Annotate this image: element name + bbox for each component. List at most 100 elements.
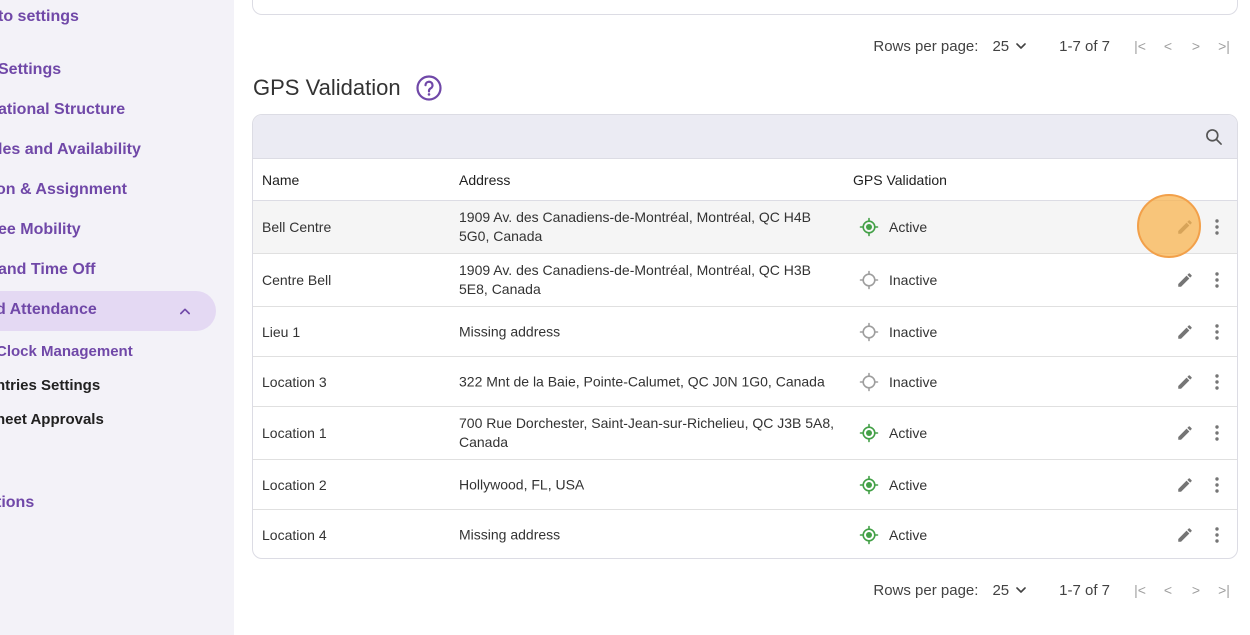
edit-button[interactable] [1173,370,1197,394]
column-header-name[interactable]: Name [262,172,299,188]
gps-validation-table: Name Address GPS Validation Bell Centre … [252,114,1238,559]
page-title: GPS Validation [253,75,401,100]
next-page-icon[interactable]: > [1182,38,1210,54]
more-vert-icon [1215,476,1219,493]
more-vert-icon [1215,527,1219,543]
first-page-icon[interactable]: |< [1126,38,1154,54]
more-vert-icon [1215,425,1219,441]
cell-address: Hollywood, FL, USA [459,476,585,492]
gps-active-icon [859,217,879,237]
next-page-icon[interactable]: > [1182,582,1210,598]
gps-inactive-icon [859,372,879,391]
cell-name: Lieu 1 [262,323,301,340]
more-options-button[interactable] [1211,421,1223,445]
cell-name: Centre Bell [262,272,332,288]
gps-active-icon [859,475,879,494]
sidebar-subitem-timesheet-approvals[interactable]: heet Approvals [0,411,104,428]
row-actions [1173,215,1223,239]
more-options-button[interactable] [1211,523,1223,547]
previous-table-card [252,0,1238,15]
sidebar: to settings Settings ational Structure l… [0,0,234,635]
table-body: Bell Centre 1909 Av. des Canadiens-de-Mo… [253,201,1237,558]
gps-active-icon [859,525,879,545]
more-vert-icon [1215,373,1219,390]
cell-name: Location 2 [262,476,327,493]
rows-per-page-label: Rows per page: [873,581,979,599]
rows-per-page-value: 25 [992,37,1010,55]
table-row[interactable]: Lieu 1 Missing address Inactive [253,307,1237,357]
more-options-button[interactable] [1211,473,1223,497]
pagination-top: Rows per page: 25 1-7 of 7 |< < > >| [873,34,1238,58]
rows-per-page-label: Rows per page: [873,37,979,55]
sidebar-item-integrations[interactable]: tions [0,494,34,512]
table-row[interactable]: Location 4 Missing address Active [253,510,1237,558]
gps-status-label: Active [889,425,928,441]
prev-page-icon[interactable]: < [1154,582,1182,598]
table-toolbar [253,115,1237,159]
sidebar-subitem-clock-management[interactable]: Clock Management [0,343,133,360]
column-header-address[interactable]: Address [459,172,510,188]
sidebar-item-settings[interactable]: Settings [0,61,61,79]
prev-page-icon[interactable]: < [1154,38,1182,54]
search-icon [1206,129,1222,145]
row-actions [1173,473,1223,497]
cell-gps-status: Inactive [859,270,937,290]
rows-per-page-select[interactable]: 25 [992,38,1029,55]
pagination-range: 1-7 of 7 [1059,37,1110,55]
column-header-gps-validation[interactable]: GPS Validation [853,172,947,188]
more-options-button[interactable] [1211,215,1223,239]
cell-name: Bell Centre [262,219,332,235]
edit-button[interactable] [1173,523,1197,547]
chevron-down-icon [1016,43,1026,49]
table-row[interactable]: Location 3 322 Mnt de la Baie, Pointe-Ca… [253,357,1237,407]
back-to-settings-link[interactable]: to settings [0,8,79,26]
sidebar-item-schedules-availability[interactable]: les and Availability [0,141,141,159]
table-row[interactable]: Location 2 Hollywood, FL, USA Active [253,460,1237,510]
gps-active-icon [859,423,879,443]
cell-address: 700 Rue Dorchester, Saint-Jean-sur-Riche… [459,415,835,450]
more-options-button[interactable] [1211,320,1223,344]
cell-address: Missing address [459,323,561,339]
edit-button[interactable] [1173,215,1197,239]
sidebar-item-organizational-structure[interactable]: ational Structure [0,101,125,119]
section-header: GPS Validation [253,74,443,102]
edit-button[interactable] [1173,268,1197,292]
sidebar-item-employee-mobility[interactable]: ee Mobility [0,221,81,239]
sidebar-item-scheduling-assignment[interactable]: on & Assignment [0,181,127,199]
table-row[interactable]: Centre Bell 1909 Av. des Canadiens-de-Mo… [253,254,1237,307]
edit-button[interactable] [1173,421,1197,445]
row-actions [1173,320,1223,344]
help-icon[interactable] [415,74,443,102]
more-vert-icon [1215,219,1219,235]
row-actions [1173,523,1223,547]
rows-per-page-select[interactable]: 25 [992,582,1029,599]
sidebar-subitem-entries-settings[interactable]: ntries Settings [0,377,100,394]
cell-address: 1909 Av. des Canadiens-de-Montréal, Mont… [459,209,812,244]
pencil-icon [1178,374,1192,389]
more-options-button[interactable] [1211,268,1223,292]
edit-button[interactable] [1173,320,1197,344]
sidebar-item-leave-time-off[interactable]: and Time Off [0,261,96,279]
more-options-button[interactable] [1211,370,1223,394]
gps-status-label: Inactive [889,272,938,288]
first-page-icon[interactable]: |< [1126,582,1154,598]
row-actions [1173,268,1223,292]
table-row[interactable]: Location 1 700 Rue Dorchester, Saint-Jea… [253,407,1237,460]
cell-gps-status: Inactive [859,372,937,392]
cell-name: Location 1 [262,425,327,441]
pencil-icon [1178,324,1192,339]
rows-per-page-value: 25 [992,581,1010,599]
last-page-icon[interactable]: >| [1210,38,1238,54]
sidebar-item-time-attendance[interactable]: d Attendance [0,301,97,319]
more-vert-icon [1215,323,1219,340]
last-page-icon[interactable]: >| [1210,582,1238,598]
edit-button[interactable] [1173,473,1197,497]
pagination-range: 1-7 of 7 [1059,581,1110,599]
gps-status-label: Active [889,219,928,235]
row-actions [1173,421,1223,445]
table-row[interactable]: Bell Centre 1909 Av. des Canadiens-de-Mo… [253,201,1237,254]
search-button[interactable] [1201,124,1227,150]
chevron-up-icon[interactable] [175,301,195,321]
cell-name: Location 4 [262,527,327,543]
cell-name: Location 3 [262,373,327,390]
